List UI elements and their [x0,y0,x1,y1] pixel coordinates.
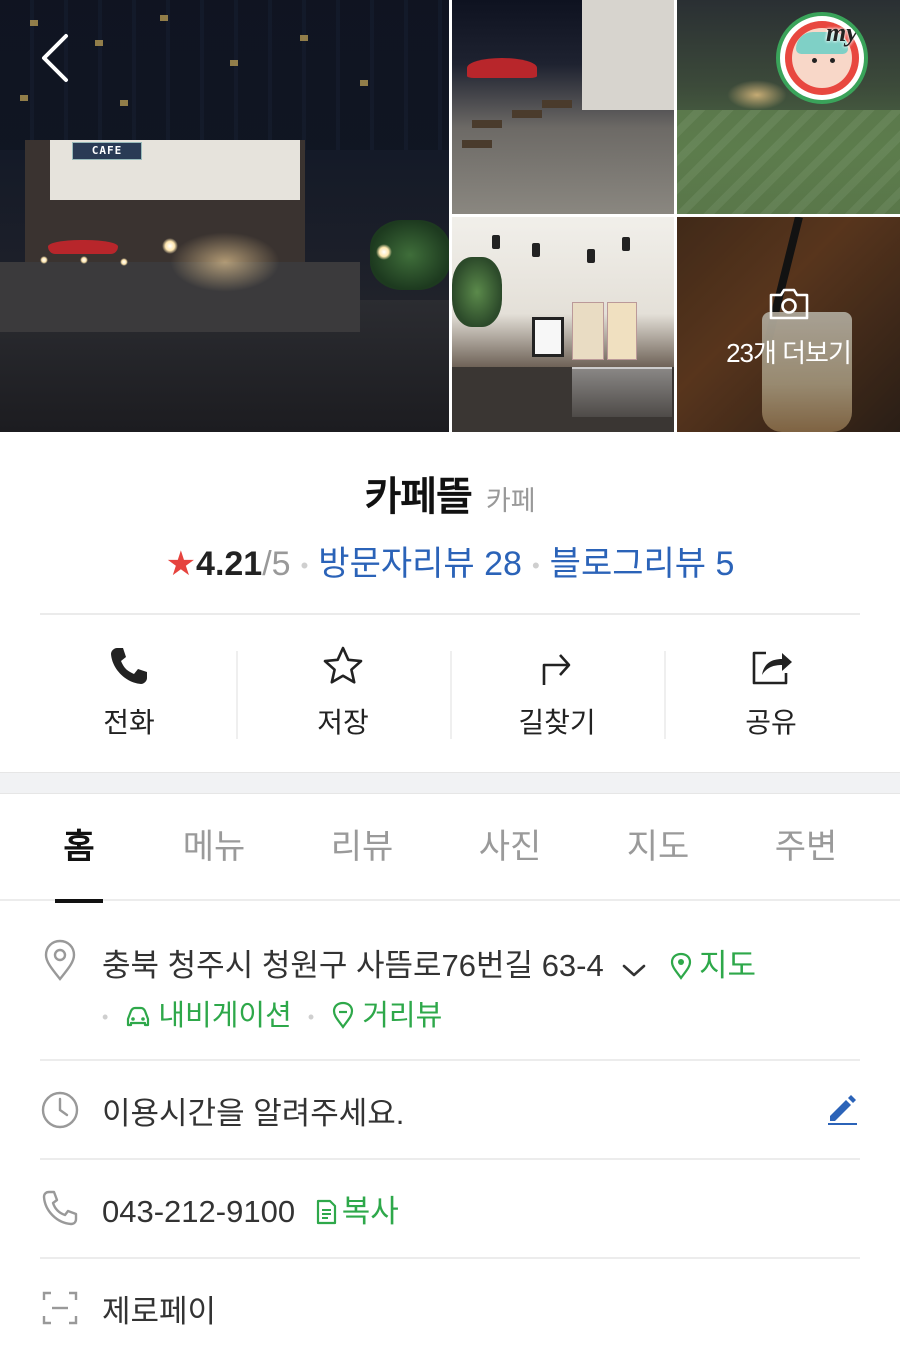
tab-reviews[interactable]: 리뷰 [302,795,422,901]
photo-gallery: CAFE 23개 더보기 my [0,0,900,432]
tab-home[interactable]: 홈 [19,795,139,903]
map-link-label: 지도 [699,948,757,983]
photo-more[interactable]: 23개 더보기 [677,217,900,432]
tab-photos[interactable]: 사진 [450,795,570,901]
divider [40,1257,860,1259]
visitor-reviews-link[interactable]: 방문자리뷰 28 [318,545,522,583]
navigation-link[interactable]: 내비게이션 [124,1000,299,1032]
action-bar: 전화 저장 길찾기 공유 [22,625,878,755]
separator-dot: • [307,1006,315,1027]
phone-icon [106,643,152,689]
chevron-down-icon [623,964,646,977]
call-label: 전화 [103,707,155,738]
hours-prompt[interactable]: 이용시간을 알려주세요. [102,1088,404,1133]
car-icon [127,1006,150,1027]
share-label: 공유 [745,707,797,738]
address-text: 충북 청주시 청원구 사뜸로76번길 63-4 [102,948,604,983]
divider [40,613,860,615]
street-view-label: 거리뷰 [362,1000,443,1032]
star-icon [320,643,366,689]
place-title-row: 카페뜰 카페 [0,464,900,522]
share-icon [748,643,794,689]
zeropay-scan-icon [40,1288,80,1328]
pencil-icon [824,1095,860,1130]
my-label: my [826,18,858,47]
directions-label: 길찾기 [518,707,596,738]
save-label: 저장 [317,707,369,738]
zeropay-label: 제로페이 [102,1294,217,1329]
clock-icon [40,1090,80,1130]
divider [40,1059,860,1061]
rating-outof: /5 [262,545,291,583]
cafe-sign: CAFE [72,142,142,160]
copy-phone-button[interactable]: 복사 [314,1194,399,1229]
navigation-label: 내비게이션 [158,1000,292,1032]
separator-dot: • [300,553,309,579]
photo-terrace[interactable] [452,0,674,214]
place-name: 카페뜰 [364,475,472,519]
place-category: 카페 [485,486,536,516]
blog-reviews-link[interactable]: 블로그리뷰 5 [550,545,735,583]
tab-nearby[interactable]: 주변 [746,795,866,901]
call-button[interactable]: 전화 [22,625,236,755]
save-button[interactable]: 저장 [236,625,450,755]
hours-row: 이용시간을 알려주세요. [40,1082,860,1142]
phone-number[interactable]: 043-212-9100 [102,1194,295,1229]
share-button[interactable]: 공유 [664,625,878,755]
tab-menu[interactable]: 메뉴 [154,795,274,901]
street-view-link[interactable]: 거리뷰 [330,1000,442,1032]
divider [40,1158,860,1160]
star-rating-icon: ★ [165,545,197,583]
address-row: 충북 청주시 청원구 사뜸로76번길 63-4 지도 • 내비게이션 • 거리뷰 [40,930,860,1040]
back-button[interactable] [32,30,78,88]
map-pin-icon [670,952,692,980]
separator-dot: • [531,553,540,579]
zeropay-row: 제로페이 [40,1280,860,1340]
chevron-left-icon [32,34,78,92]
tab-bar: 홈 메뉴 리뷰 사진 지도 주변 [0,795,900,903]
street-view-icon [333,1001,354,1029]
camera-icon [767,287,811,325]
tab-map[interactable]: 지도 [598,795,718,901]
edit-hours-button[interactable] [824,1090,860,1126]
location-pin-icon [40,938,80,981]
directions-icon [534,643,580,689]
more-photos-label: 23개 더보기 [726,338,852,368]
phone-outline-icon [40,1188,80,1228]
separator-dot: • [102,1006,109,1027]
section-gap [0,772,900,794]
address-expand-button[interactable] [612,948,663,983]
copy-icon [316,1199,336,1225]
directions-button[interactable]: 길찾기 [450,625,664,755]
copy-label: 복사 [341,1194,399,1229]
photo-interior-counter[interactable] [452,217,674,432]
phone-row: 043-212-9100 복사 [40,1180,860,1240]
rating-score: 4.21 [196,545,263,583]
map-link[interactable]: 지도 [669,948,756,983]
my-avatar-button[interactable]: my [776,12,868,104]
rating-row: ★4.21/5 • 방문자리뷰 28 • 블로그리뷰 5 [0,536,900,585]
